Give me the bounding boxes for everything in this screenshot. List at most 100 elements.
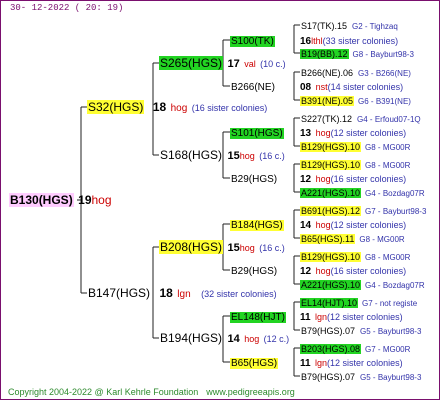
gen4-queen-3-detail: 13 hog(12 sister colonies) [300,125,406,140]
queen-name[interactable]: B65(HGS).11 [300,234,356,244]
footer: Copyright 2004-2022 @ Karl Kehrle Founda… [8,387,303,397]
queen-note: (16 sister colonies) [330,266,407,276]
queen-location: G5 - Bayburt98-3 [360,373,422,382]
queen-tag: lgn [177,289,191,300]
queen-note: (32 sister colonies) [201,289,277,299]
gen4-queen-2-detail: 08 nst(14 sister colonies) [300,79,403,94]
queen-name[interactable]: B203(HGS).08 [300,344,362,354]
queen-name[interactable]: EL148(HJT) [230,312,286,323]
queen-location: G8 - MG00R [365,143,411,152]
gen4-queen-8: B65(HGS) [230,355,279,370]
queen-note: (14 sister colonies) [327,82,404,92]
queen-tag: lthl [311,36,323,46]
queen-note: (12 sister colonies) [330,220,407,230]
queen-name[interactable]: B194(HGS) [159,331,223,345]
gen4-queen-2: B266(NE) [230,79,276,94]
queen-number: 14 [300,220,312,231]
queen-name[interactable]: B29(HGS) [230,266,278,277]
queen-note: (16 c.) [259,151,285,161]
gen4-queen-4: B29(HGS) [230,171,278,186]
gen4-queen-5-detail: 14 hog(12 sister colonies) [300,217,406,232]
queen-location: G4 - Bozdag07R [365,189,425,198]
queen-tag: hog [315,266,331,276]
queen-name[interactable]: B129(HGS).10 [300,160,362,170]
queen-name[interactable]: B79(HGS).07 [300,372,356,382]
queen-name[interactable]: B65(HGS) [230,358,279,369]
queen-name[interactable]: B29(HGS) [230,174,278,185]
queen-name[interactable]: A221(HGS).10 [300,280,362,290]
queen-tag: hog [315,128,331,138]
queen-tag: lgn [315,358,328,368]
queen-name[interactable]: B130(HGS) [9,193,74,207]
gen4-queen-4-detail: 12 hog(16 sister colonies) [300,171,406,186]
queen-note: (12 sister colonies) [327,312,403,322]
queen-tag: hog [170,103,188,114]
queen-name[interactable]: B266(NE).06 [300,68,354,78]
queen-name[interactable]: S227(TK).12 [300,114,353,124]
queen-name[interactable]: B147(HGS) [87,286,151,300]
queen-note: (12 sister colonies) [327,358,403,368]
queen-number: 08 [300,82,312,93]
queen-note: (16 sister colonies) [330,174,407,184]
queen-location: G8 - Bayburt98-3 [352,50,414,59]
queen-number: 15 [227,150,240,162]
gen3-queen-3: B208(HGS) 15hog (16 c.) [159,240,285,255]
queen-name[interactable]: B266(NE) [230,82,276,93]
report-date: 30- 12-2022 ( 20: 19) [10,3,124,13]
gen5-queen-10: B65(HGS).11 G8 - MG00R [300,231,405,246]
gen5-queen-9: B691(HGS).12 G7 - Bayburt98-3 [300,203,426,218]
gen4-queen-1: S100(TK) [230,33,275,48]
queen-name[interactable]: B129(HGS).10 [300,142,362,152]
gen5-queen-12: A221(HGS).10 G4 - Bozdag07R [300,277,425,292]
queen-number: 18 [152,100,167,114]
gen5-queen-1: S17(TK).15 G2 - Tighzaq [300,18,398,33]
gen4-queen-6-detail: 12 hog(16 sister colonies) [300,263,406,278]
queen-name[interactable]: A221(HGS).10 [300,188,362,198]
gen5-queen-4: B391(NE).05 G6 - B391(NE) [300,93,411,108]
queen-number: 11 [300,358,311,369]
queen-tag: lgn [315,312,328,322]
queen-name[interactable]: S32(HGS) [87,100,145,114]
queen-name[interactable]: S168(HGS) [159,148,223,162]
gen3-queen-1: S265(HGS) 17 val (10 c.) [159,56,286,71]
gen4-queen-7: EL148(HJT) [230,309,286,324]
queen-tag: hog [315,174,331,184]
queen-number: 18 [159,286,173,300]
queen-note: (12 sister colonies) [330,128,407,138]
queen-number: 12 [300,266,312,277]
queen-name[interactable]: B208(HGS) [159,240,224,254]
gen5-queen-5: S227(TK).12 G4 - Erfoud07-1Q [300,111,421,126]
queen-name[interactable]: B691(HGS).12 [300,206,362,216]
website-link[interactable]: www.pedigreeapis.org [206,387,295,397]
queen-name[interactable]: S265(HGS) [159,56,224,70]
queen-number: 13 [300,128,312,139]
queen-location: G3 - B266(NE) [358,69,411,78]
queen-name[interactable]: B391(NE).05 [300,96,355,106]
queen-location: G4 - Erfoud07-1Q [357,115,421,124]
queen-name[interactable]: EL14(HJT).10 [300,298,359,308]
queen-note: (10 c.) [260,59,286,69]
queen-name[interactable]: S100(TK) [230,36,275,47]
queen-note: (16 sister colonies) [191,103,268,113]
queen-location: G2 - Tighzaq [352,22,398,31]
gen5-queen-13: EL14(HJT).10 G7 - not registe [300,295,417,310]
gen4-queen-8-detail: 11 lgn(12 sister colonies) [300,355,403,370]
queen-number: 19 [78,193,92,207]
queen-name[interactable]: B79(HGS).07 [300,326,356,336]
queen-tag: hog [244,334,260,344]
queen-location: G8 - MG00R [365,253,411,262]
queen-name[interactable]: S17(TK).15 [300,21,348,31]
copyright-text: Copyright 2004-2022 @ Karl Kehrle Founda… [8,387,199,397]
queen-name[interactable]: S101(HGS) [230,128,284,139]
queen-location: G5 - Bayburt98-3 [360,327,422,336]
queen-name[interactable]: B19(BB).12 [300,49,349,59]
queen-name[interactable]: B129(HGS).10 [300,252,362,262]
queen-tag: val [244,59,256,69]
queen-location: G7 - not registe [362,299,418,308]
gen5-queen-3: B266(NE).06 G3 - B266(NE) [300,65,411,80]
queen-tag: nst [315,82,328,92]
gen5-queen-2: B19(BB).12 G8 - Bayburt98-3 [300,46,414,61]
gen3-queen-4: B194(HGS) 14 hog (12 c.) [159,331,289,346]
queen-name[interactable]: B184(HGS) [230,220,284,231]
queen-number: 14 [227,333,240,345]
